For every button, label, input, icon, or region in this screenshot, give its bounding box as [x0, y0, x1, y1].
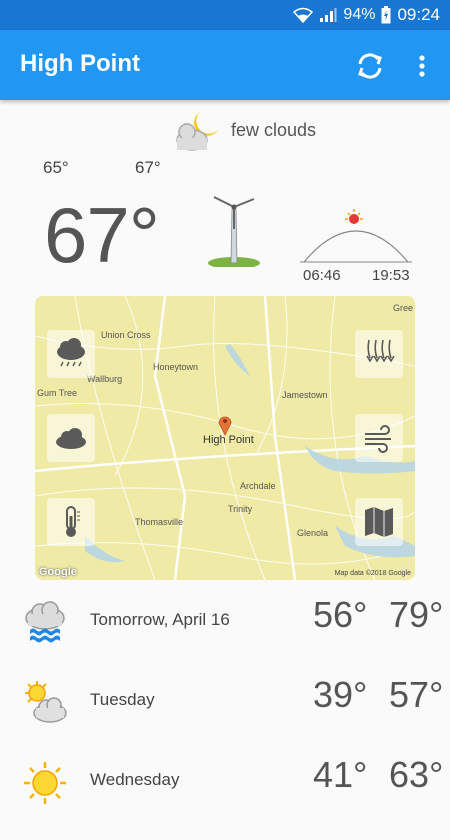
- today-high: 67°: [135, 158, 161, 177]
- forecast-row[interactable]: Wednesday 41° 63°: [0, 754, 450, 840]
- map-label: Honeytown: [153, 362, 199, 372]
- map-label: Glenola: [297, 528, 329, 538]
- forecast-high: 63°: [389, 754, 444, 795]
- map-label: Archdale: [240, 481, 276, 491]
- refresh-icon[interactable]: [354, 50, 386, 82]
- sun-icon: [24, 762, 66, 804]
- rain-cloud-icon: [57, 338, 85, 367]
- thermometer-icon: [66, 506, 80, 537]
- forecast-day: Wednesday: [90, 770, 180, 789]
- battery-percent: 94%: [343, 6, 376, 23]
- current-condition: few clouds: [172, 108, 342, 154]
- wind-icon: [365, 425, 391, 453]
- map-label: Gree: [393, 303, 414, 313]
- more-options-icon[interactable]: [412, 50, 432, 82]
- status-bar: 94% 09:24: [0, 0, 450, 30]
- signal-icon: [320, 8, 337, 22]
- map-label: Union Cross: [101, 330, 151, 340]
- map-attribution: Map data ©2018 Google: [334, 570, 411, 577]
- cloud-icon: [56, 428, 86, 449]
- forecast-row[interactable]: Tuesday 39° 57°: [0, 674, 450, 760]
- map-label: Thomasville: [135, 517, 184, 527]
- forecast-day: Tuesday: [90, 690, 155, 709]
- map-icon: [365, 507, 393, 537]
- wifi-icon: [293, 7, 314, 23]
- wind-turbine-icon: [208, 196, 260, 267]
- battery-charging-icon: [381, 6, 391, 24]
- forecast-row[interactable]: Tomorrow, April 16 56° 79°: [0, 594, 450, 680]
- app-bar: High Point: [0, 30, 450, 100]
- precipitation-layer-button[interactable]: [355, 330, 403, 378]
- google-logo: Google: [39, 566, 77, 578]
- rain-layer-button[interactable]: [47, 330, 95, 378]
- forecast-low: 39°: [313, 674, 368, 715]
- forecast-low: 56°: [313, 594, 368, 635]
- rain-cloud-icon: [25, 601, 65, 643]
- forecast-high: 57°: [389, 674, 444, 715]
- map-layers-button[interactable]: [355, 498, 403, 546]
- page-title: High Point: [20, 50, 140, 77]
- sunrise-time: 06:46: [303, 267, 341, 284]
- clock: 09:24: [397, 5, 440, 24]
- precipitation-icon: [366, 339, 395, 363]
- moon-cloud-icon: [176, 112, 218, 151]
- cloud-layer-button[interactable]: [47, 414, 95, 462]
- sun-cloud-icon: [25, 681, 67, 723]
- temperature-layer-button[interactable]: [47, 498, 95, 546]
- map-label: Trinity: [228, 504, 253, 514]
- sun-path-icon: [300, 209, 412, 263]
- sunset-time: 19:53: [372, 267, 410, 284]
- forecast-low: 41°: [313, 754, 368, 795]
- weather-map[interactable]: Union Cross Honeytown Wallburg Gum Tree …: [35, 296, 415, 580]
- forecast-day: Tomorrow, April 16: [90, 610, 230, 629]
- forecast-high: 79°: [389, 594, 444, 635]
- current-temperature: 67°: [44, 191, 160, 279]
- today-low: 65°: [43, 158, 69, 177]
- location-pin-icon: [218, 416, 232, 436]
- map-label: Jamestown: [282, 390, 328, 400]
- condition-text: few clouds: [231, 120, 317, 140]
- map-label: Gum Tree: [37, 388, 78, 398]
- wind-layer-button[interactable]: [355, 414, 403, 462]
